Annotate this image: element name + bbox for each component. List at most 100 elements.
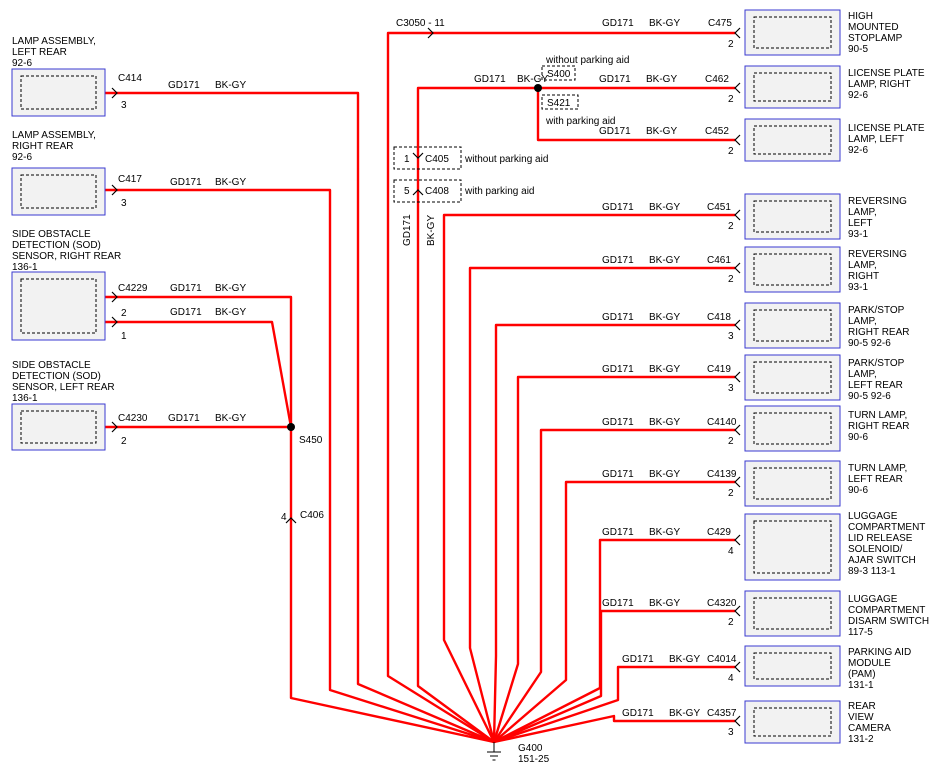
rear-view-camera-label-0: REAR xyxy=(848,701,876,712)
turn-lamp-right-rear-connector-label: C4140 xyxy=(707,417,737,428)
park-stop-lamp-right-rear[interactable] xyxy=(744,302,841,349)
turn-lamp-left-rear-circuit-label: GD171 xyxy=(602,469,634,480)
trunk-vertical-circuit-label: GD171 xyxy=(402,214,413,246)
sod-sensor-right-rear-body xyxy=(11,271,106,341)
sod-sensor-left-rear-label-3: 136-1 xyxy=(12,393,38,404)
wire-s450-to-ground xyxy=(289,427,495,744)
sod-sensor-left-rear-label-1: DETECTION (SOD) xyxy=(12,371,101,382)
rear-view-camera-circuit-label: GD171 xyxy=(622,708,654,719)
reversing-lamp-left[interactable] xyxy=(744,193,841,240)
c4230-connector-label: C4230 xyxy=(118,413,148,424)
parking-aid-module-label-1: MODULE xyxy=(848,658,891,669)
license-plate-lamp-right-pin-arrow xyxy=(734,82,741,94)
c405-pin-number: 1 xyxy=(404,154,410,165)
c417-connector-label: C417 xyxy=(118,174,142,185)
license-plate-lamp-left[interactable] xyxy=(744,118,841,162)
c4229-connector-label: C4229 xyxy=(118,283,148,294)
c406-pin-number: 4 xyxy=(281,512,287,523)
high-mounted-stoplamp-label-2: STOPLAMP xyxy=(848,33,903,44)
license-plate-lamp-right-circuit-label: GD171 xyxy=(599,74,631,85)
luggage-disarm-switch-label-3: 117-5 xyxy=(848,627,873,638)
license-plate-lamp-left-label-2: 92-6 xyxy=(848,145,868,156)
luggage-lid-release-solenoid-label-4: AJAR SWITCH xyxy=(848,555,916,566)
parking-aid-module[interactable] xyxy=(744,645,841,687)
sod-sensor-left-rear[interactable] xyxy=(11,403,106,451)
c4229-pin2-color-label: BK-GY xyxy=(215,283,246,294)
park-stop-lamp-left-rear-label-1: LAMP, xyxy=(848,369,877,380)
high-mounted-stoplamp-label-1: MOUNTED xyxy=(848,22,899,33)
reversing-lamp-left-connector-label: C451 xyxy=(707,202,731,213)
c408-note: with parking aid xyxy=(464,186,534,197)
turn-lamp-right-rear[interactable] xyxy=(744,405,841,452)
reversing-lamp-right-pin-arrow xyxy=(734,262,741,274)
lamp-assembly-left-rear[interactable] xyxy=(11,68,106,117)
license-plate-lamp-left-circuit-label: GD171 xyxy=(599,126,631,137)
reversing-lamp-left-label-0: REVERSING xyxy=(848,196,907,207)
luggage-disarm-switch-label-0: LUGGAGE xyxy=(848,594,898,605)
luggage-disarm-switch-pin-number: 2 xyxy=(728,617,734,628)
c3050-label: C3050 - 11 xyxy=(396,18,445,29)
trunk-vertical-color-label: BK-GY xyxy=(426,215,437,246)
rear-view-camera-body xyxy=(744,700,841,744)
rear-view-camera-label-1: VIEW xyxy=(848,712,874,723)
luggage-lid-release-solenoid-label-0: LUGGAGE xyxy=(848,511,898,522)
turn-lamp-right-rear-pin-number: 2 xyxy=(728,436,734,447)
c414-connector-label: C414 xyxy=(118,73,142,84)
reversing-lamp-right[interactable] xyxy=(744,246,841,293)
turn-lamp-left-rear-label-2: 90-6 xyxy=(848,485,868,496)
turn-lamp-left-rear[interactable] xyxy=(744,460,841,507)
reversing-lamp-left-pin-arrow xyxy=(734,209,741,221)
s400-trunk-circuit-label: GD171 xyxy=(474,74,506,85)
s450-label: S450 xyxy=(299,435,323,446)
license-plate-lamp-left-pin-number: 2 xyxy=(728,146,734,157)
park-stop-lamp-right-rear-label-2: RIGHT REAR xyxy=(848,327,910,338)
parking-aid-module-connector-label: C4014 xyxy=(707,654,737,665)
lamp-assembly-right-rear[interactable] xyxy=(11,167,106,216)
luggage-lid-release-solenoid[interactable] xyxy=(744,513,841,581)
license-plate-lamp-right-pin-number: 2 xyxy=(728,94,734,105)
turn-lamp-right-rear-color-label: BK-GY xyxy=(649,417,680,428)
rear-view-camera-connector-label: C4357 xyxy=(707,708,737,719)
parking-aid-module-label-0: PARKING AID xyxy=(848,647,911,658)
license-plate-lamp-right-connector-label: C462 xyxy=(705,74,729,85)
license-plate-lamp-right-label-1: LAMP, RIGHT xyxy=(848,79,911,90)
license-plate-lamp-right-body xyxy=(744,65,841,109)
license-plate-lamp-left-label-1: LAMP, LEFT xyxy=(848,134,904,145)
park-stop-lamp-right-rear-pin-number: 3 xyxy=(728,331,734,342)
turn-lamp-left-rear-label-1: LEFT REAR xyxy=(848,474,903,485)
reversing-lamp-left-pin-number: 2 xyxy=(728,221,734,232)
license-plate-lamp-left-connector-label: C452 xyxy=(705,126,729,137)
wire-parking-aid-module xyxy=(493,665,735,744)
license-plate-lamp-left-label-0: LICENSE PLATE xyxy=(848,123,925,134)
sod-sensor-right-rear-label-3: 136-1 xyxy=(12,262,38,273)
c4229-pin1-circuit-label: GD171 xyxy=(170,307,202,318)
luggage-lid-release-solenoid-color-label: BK-GY xyxy=(649,527,680,538)
c406-label: C406 xyxy=(300,510,324,521)
s400-label: S400 xyxy=(547,69,571,80)
turn-lamp-right-rear-circuit-label: GD171 xyxy=(602,417,634,428)
c405-note: without parking aid xyxy=(464,154,548,165)
license-plate-lamp-right-label-2: 92-6 xyxy=(848,90,868,101)
c417-pin-number: 3 xyxy=(121,198,127,209)
park-stop-lamp-left-rear[interactable] xyxy=(744,354,841,401)
park-stop-lamp-left-rear-connector-label: C419 xyxy=(707,364,731,375)
license-plate-lamp-right[interactable] xyxy=(744,65,841,109)
ground-ref-label: 151-25 xyxy=(518,754,550,765)
turn-lamp-right-rear-label-0: TURN LAMP, xyxy=(848,410,907,421)
park-stop-lamp-left-rear-pin-arrow xyxy=(734,371,741,383)
high-mounted-stoplamp[interactable] xyxy=(744,9,841,56)
luggage-disarm-switch-connector-label: C4320 xyxy=(707,598,737,609)
parking-aid-module-label-3: 131-1 xyxy=(848,680,874,691)
sod-sensor-right-rear-label-2: SENSOR, RIGHT REAR xyxy=(12,251,121,262)
lamp-assembly-left-rear-label-0: LAMP ASSEMBLY, xyxy=(12,36,96,47)
reversing-lamp-right-connector-label: C461 xyxy=(707,255,731,266)
sod-sensor-right-rear[interactable] xyxy=(11,271,106,341)
luggage-disarm-switch-label-1: COMPARTMENT xyxy=(848,605,925,616)
rear-view-camera-color-label: BK-GY xyxy=(669,708,700,719)
c414-circuit-label: GD171 xyxy=(168,80,200,91)
luggage-lid-release-solenoid-connector-label: C429 xyxy=(707,527,731,538)
rear-view-camera[interactable] xyxy=(744,700,841,744)
luggage-disarm-switch[interactable] xyxy=(744,590,841,637)
luggage-lid-release-solenoid-circuit-label: GD171 xyxy=(602,527,634,538)
high-mounted-stoplamp-pin-number: 2 xyxy=(728,39,734,50)
